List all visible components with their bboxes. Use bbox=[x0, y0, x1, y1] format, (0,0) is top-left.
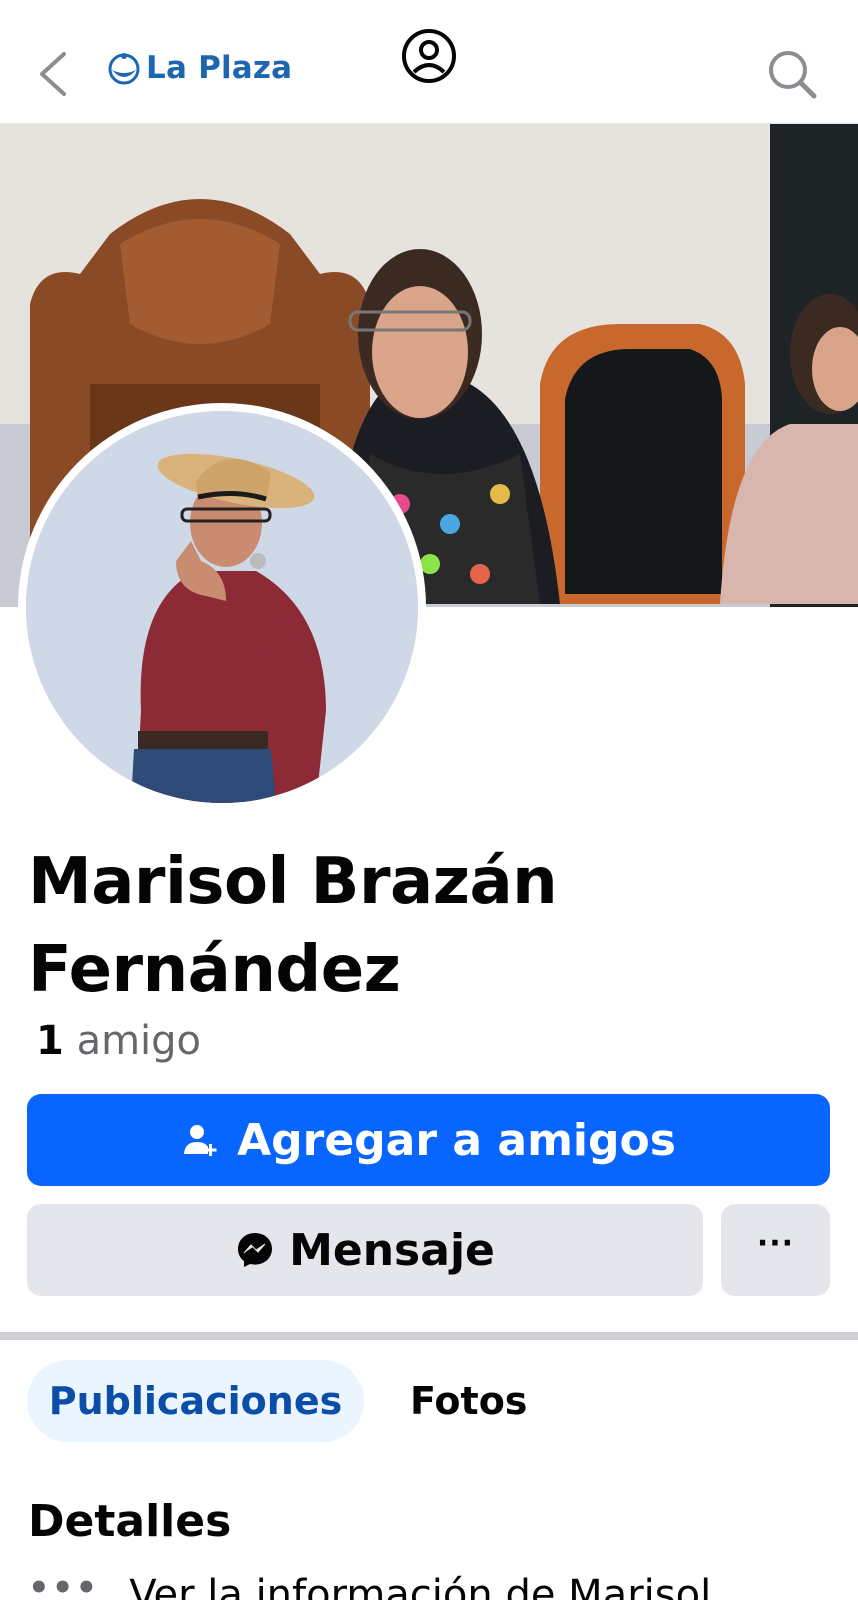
details-heading: Detalles bbox=[28, 1496, 232, 1547]
brand-name: La Plaza bbox=[146, 50, 293, 86]
friend-count-number: 1 bbox=[36, 1018, 64, 1064]
tab-publicaciones[interactable]: Publicaciones bbox=[27, 1360, 364, 1442]
ellipsis-icon: ••• bbox=[28, 1568, 100, 1600]
top-navigation-bar: La Plaza bbox=[0, 0, 858, 124]
add-friend-button[interactable]: Agregar a amigos bbox=[27, 1094, 830, 1186]
search-icon bbox=[769, 51, 817, 99]
details-info-text: Ver la información de Marisol bbox=[129, 1572, 712, 1600]
user-circle-icon bbox=[402, 29, 456, 83]
friend-count[interactable]: 1 amigo bbox=[36, 1018, 201, 1064]
ellipsis-icon: ··· bbox=[756, 1225, 795, 1261]
profile-button[interactable] bbox=[400, 27, 458, 85]
brand[interactable]: La Plaza bbox=[106, 50, 292, 86]
profile-avatar[interactable] bbox=[18, 403, 426, 811]
avatar-illustration bbox=[26, 411, 418, 803]
user-plus-icon bbox=[184, 1125, 217, 1156]
details-info-row[interactable]: ••• Ver la información de Marisol bbox=[28, 1568, 712, 1600]
search-button[interactable] bbox=[764, 46, 820, 102]
tab-fotos-label: Fotos bbox=[410, 1379, 528, 1423]
tab-fotos[interactable]: Fotos bbox=[396, 1360, 541, 1442]
section-divider bbox=[0, 1332, 858, 1340]
message-label: Mensaje bbox=[289, 1224, 495, 1276]
tab-publicaciones-label: Publicaciones bbox=[48, 1379, 343, 1423]
more-options-button[interactable]: ··· bbox=[721, 1204, 830, 1296]
profile-name: Marisol Brazán Fernández bbox=[28, 845, 558, 1007]
chevron-left-icon bbox=[40, 52, 66, 96]
message-button[interactable]: Mensaje bbox=[27, 1204, 703, 1296]
brand-logo-icon bbox=[108, 53, 140, 85]
add-friend-label: Agregar a amigos bbox=[237, 1114, 676, 1166]
messenger-icon bbox=[238, 1233, 273, 1267]
friend-count-label: amigo bbox=[76, 1018, 202, 1064]
back-button[interactable] bbox=[34, 46, 74, 102]
